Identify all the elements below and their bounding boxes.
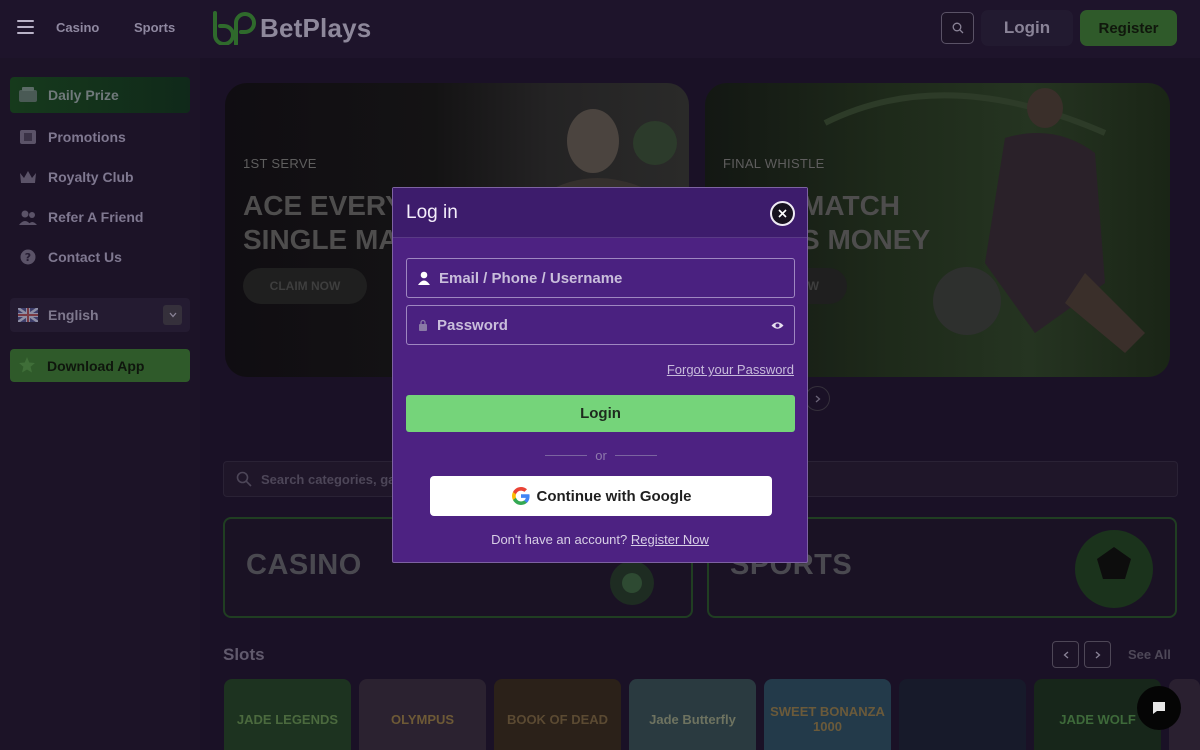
sidebar: Daily Prize Promotions Royalty Club Refe…: [0, 58, 200, 750]
search-icon: [952, 22, 963, 34]
language-label: English: [48, 307, 99, 323]
chevron-right-icon: [815, 395, 820, 402]
banner-headline: ACE EVERY SINGLE MAT: [243, 190, 414, 255]
slot-game-tile[interactable]: JADE LEGENDS: [224, 679, 351, 750]
login-modal: Log in Forgot your Password Login or Con…: [392, 187, 808, 563]
signup-row: Don't have an account? Register Now: [393, 532, 807, 547]
slot-game-tile[interactable]: SWEET BONANZA 1000: [764, 679, 891, 750]
sidebar-item-promotions[interactable]: Promotions: [10, 119, 190, 155]
register-now-link[interactable]: Register Now: [631, 532, 709, 547]
top-bar: Casino Sports BetPlays Login Register: [0, 0, 1200, 58]
chevron-right-icon: [1095, 651, 1100, 658]
password-input[interactable]: [437, 316, 771, 334]
tab-sports[interactable]: Sports: [134, 20, 175, 35]
tab-casino[interactable]: Casino: [56, 20, 99, 35]
banner-eyebrow: FINAL WHISTLE: [723, 156, 825, 171]
gift-icon: [18, 85, 38, 105]
sidebar-item-label: Daily Prize: [48, 87, 119, 103]
or-divider: or: [545, 448, 657, 463]
forgot-password-link[interactable]: Forgot your Password: [667, 362, 794, 377]
sidebar-item-label: Refer A Friend: [48, 209, 144, 225]
banner-headline: MATCH S MONEY: [801, 190, 931, 255]
show-password-icon[interactable]: [771, 321, 784, 330]
carousel-next-button[interactable]: [805, 386, 830, 411]
chat-icon: [1153, 702, 1165, 714]
promotions-icon: [18, 127, 38, 147]
continue-with-google-button[interactable]: Continue with Google: [430, 476, 772, 516]
sidebar-item-contact-us[interactable]: ? Contact Us: [10, 239, 190, 275]
slot-game-tile[interactable]: [899, 679, 1026, 750]
sidebar-item-label: Contact Us: [48, 249, 122, 265]
star-icon: [18, 356, 38, 376]
password-field[interactable]: [406, 305, 795, 345]
slots-next-button[interactable]: [1084, 641, 1111, 668]
google-icon: [511, 487, 530, 505]
slots-prev-button[interactable]: [1052, 641, 1079, 668]
help-icon: ?: [18, 247, 38, 267]
claim-now-button[interactable]: CLAIM NOW: [243, 268, 367, 304]
divider-line: [545, 455, 587, 456]
sidebar-item-label: Royalty Club: [48, 169, 134, 185]
download-app-label: Download App: [47, 357, 145, 374]
search-icon: [236, 471, 252, 487]
svg-text:?: ?: [25, 251, 31, 264]
football-ball-image: [1075, 530, 1153, 608]
download-app-button[interactable]: Download App: [10, 349, 190, 382]
logo-text: BetPlays: [260, 12, 372, 43]
chevron-down-icon[interactable]: [163, 305, 182, 325]
divider-line: [615, 455, 657, 456]
slot-game-tile[interactable]: OLYMPUS: [359, 679, 486, 750]
username-field[interactable]: [406, 258, 795, 298]
header-register-button[interactable]: Register: [1080, 10, 1177, 46]
slots-section-title: Slots: [223, 645, 265, 664]
see-all-link[interactable]: See All: [1128, 647, 1171, 662]
sidebar-item-label: Promotions: [48, 129, 126, 145]
language-select[interactable]: English: [10, 298, 190, 332]
close-icon: [778, 209, 787, 218]
modal-title: Log in: [406, 202, 458, 223]
banner-eyebrow: 1ST SERVE: [243, 156, 317, 171]
sidebar-item-refer-a-friend[interactable]: Refer A Friend: [10, 199, 190, 235]
search-button[interactable]: [941, 12, 974, 44]
category-label: CASINO: [246, 549, 362, 581]
sidebar-item-daily-prize[interactable]: Daily Prize: [10, 77, 190, 113]
login-modal-header: Log in: [393, 188, 807, 238]
uk-flag-icon: [18, 308, 38, 322]
user-icon: [418, 271, 430, 285]
sidebar-item-royalty-club[interactable]: Royalty Club: [10, 159, 190, 195]
logo-mark-icon: [213, 11, 256, 45]
slot-game-tile[interactable]: BOOK OF DEAD: [494, 679, 621, 750]
username-input[interactable]: [439, 269, 794, 287]
chat-button[interactable]: [1137, 686, 1181, 730]
signup-prompt: Don't have an account?: [491, 532, 628, 547]
users-icon: [18, 207, 38, 227]
login-submit-button[interactable]: Login: [406, 395, 795, 432]
chevron-left-icon: [1063, 651, 1068, 658]
games-search-placeholder: Search categories, ga: [261, 471, 396, 487]
google-button-label: Continue with Google: [536, 487, 692, 505]
slot-game-tile[interactable]: Jade Butterfly: [629, 679, 756, 750]
crown-icon: [18, 167, 38, 187]
logo[interactable]: BetPlays: [212, 11, 371, 45]
menu-icon[interactable]: [17, 20, 34, 34]
header-login-button[interactable]: Login: [981, 10, 1073, 46]
lock-icon: [419, 319, 427, 331]
close-button[interactable]: [770, 201, 795, 226]
or-label: or: [595, 448, 607, 463]
